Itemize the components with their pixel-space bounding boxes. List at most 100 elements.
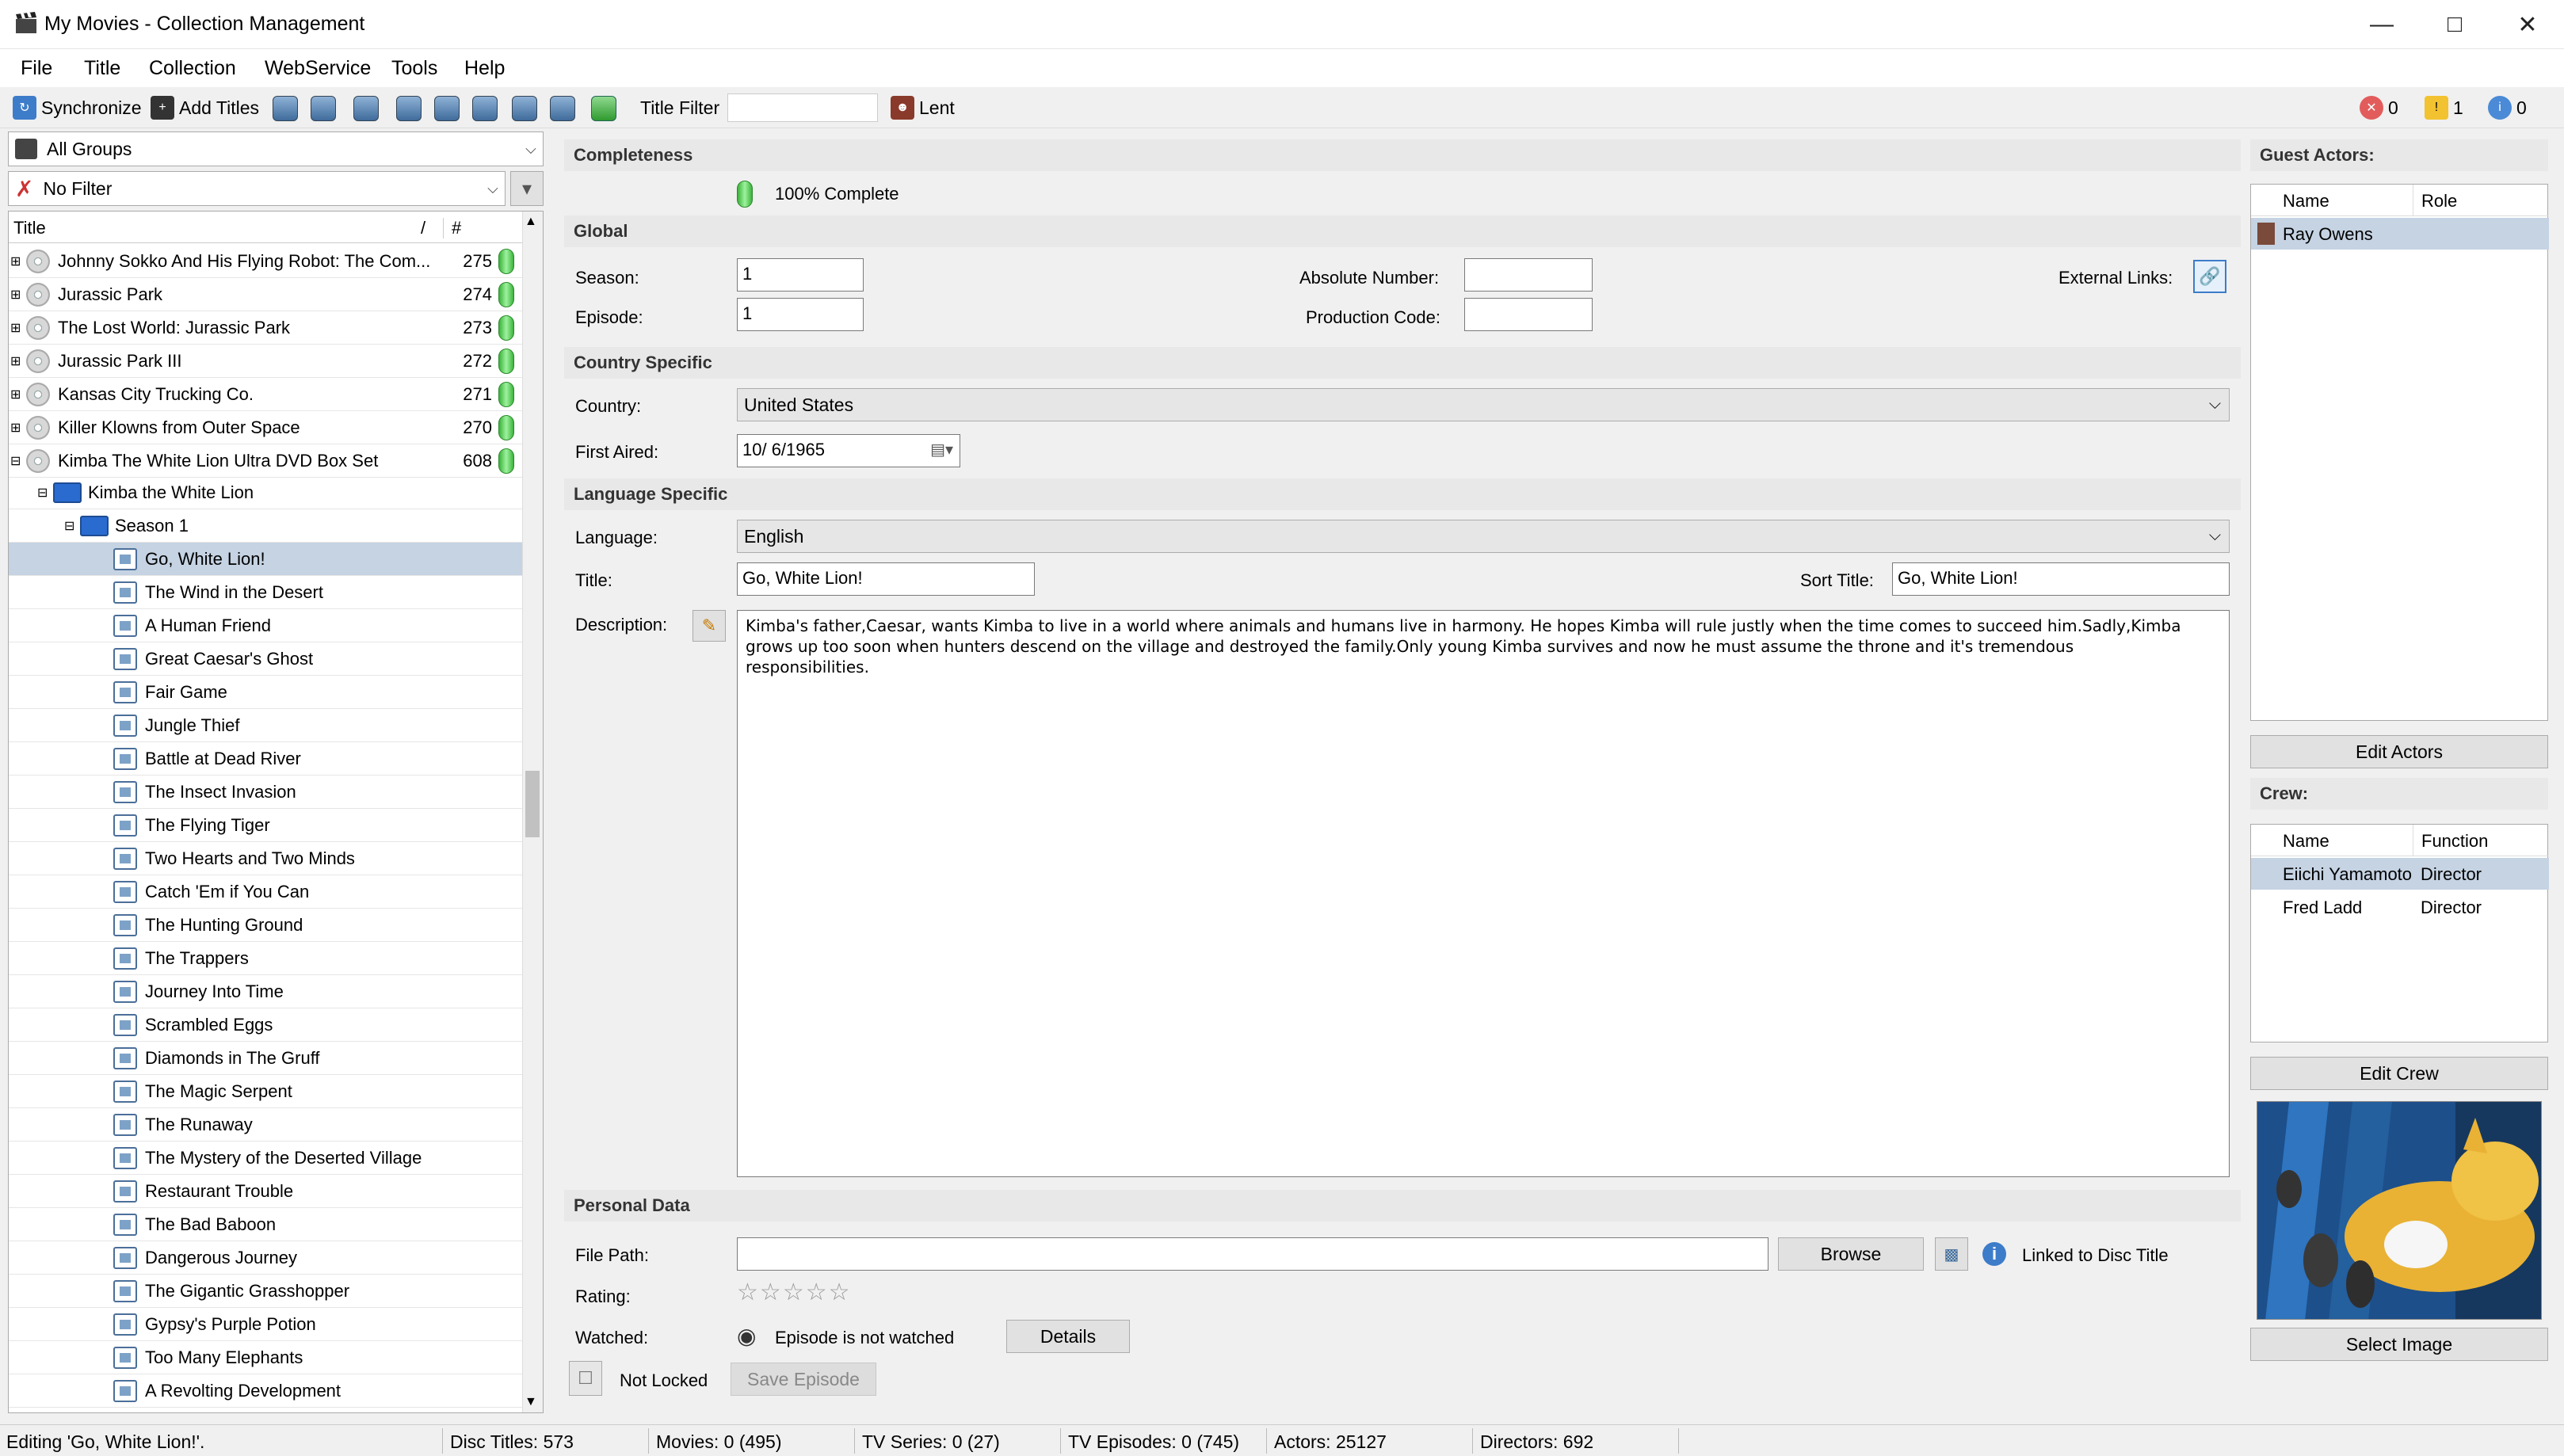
export-icon[interactable] [273,96,298,121]
select-image-button[interactable]: Select Image [2250,1328,2548,1361]
tree-col-title[interactable]: Title [13,218,46,238]
rating-stars[interactable]: ☆☆☆☆☆ [737,1279,852,1306]
expand-icon[interactable]: ⊞ [10,353,26,369]
production-code-input[interactable] [1464,298,1593,331]
menu-collection[interactable]: Collection [149,57,236,80]
star-icon[interactable]: ☆ [737,1279,758,1306]
group-select[interactable]: All Groups ⌵ [8,131,544,166]
tree-row-episode[interactable]: The Bad Baboon [9,1208,524,1241]
tree-row-episode[interactable]: Battle at Dead River [9,742,524,776]
warnings-indicator[interactable]: ! 1 [2425,93,2463,122]
disc-edit-icon[interactable] [472,96,498,121]
episode-input[interactable]: 1 [737,298,864,331]
tree-row-episode[interactable]: The Flying Tiger [9,809,524,842]
tree-row-episode[interactable]: The Magic Serpent [9,1075,524,1108]
disc-icon[interactable] [396,96,422,121]
browse-button[interactable]: Browse [1778,1237,1924,1271]
tree-row-episode[interactable]: Scrambled Eggs [9,1008,524,1042]
save-episode-button[interactable]: Save Episode [731,1363,876,1396]
calendar-icon[interactable]: ▤▾ [930,440,953,459]
synchronize-button[interactable]: ↻ Synchronize [13,93,142,122]
description-textarea[interactable]: Kimba's father,Caesar, wants Kimba to li… [737,610,2230,1177]
tree-row-episode[interactable]: The Runaway [9,1108,524,1142]
scroll-thumb[interactable] [525,771,540,837]
tree-row-title[interactable]: ⊞ The Lost World: Jurassic Park 273 [9,311,524,345]
guest-actors-grid[interactable]: Name Role Ray Owens [2250,184,2549,721]
tree-row-episode[interactable]: The Trappers [9,942,524,975]
tree-row-episode[interactable]: Catch 'Em if You Can [9,875,524,909]
edit-description-icon[interactable]: ✎ [693,610,726,642]
close-button[interactable]: ✕ [2491,0,2564,49]
crew-grid[interactable]: Name Function Eiichi Yamamoto Director F… [2250,824,2549,1042]
expand-icon[interactable]: ⊞ [10,387,26,402]
title-tree[interactable]: Title / # ⊞ Johnny Sokko And His Flying R… [8,211,544,1413]
globe-icon[interactable] [550,96,575,121]
errors-indicator[interactable]: ✕ 0 [2360,93,2398,122]
disc-link-icon[interactable]: ▩ [1935,1237,1968,1271]
tree-row-title[interactable]: ⊞ Jurassic Park 274 [9,278,524,311]
col-name[interactable]: Name [2283,191,2329,212]
tree-row-title[interactable]: ⊞ Kansas City Trucking Co. 271 [9,378,524,411]
title-input[interactable]: Go, White Lion! [737,562,1035,596]
crew-row[interactable]: Fred Ladd Director [2251,891,2549,923]
expand-icon[interactable]: ⊞ [10,320,26,336]
tree-row-episode[interactable]: Dangerous Journey [9,1241,524,1275]
star-icon[interactable]: ☆ [829,1279,850,1306]
scroll-down-icon[interactable]: ▼ [525,1395,537,1409]
print-icon[interactable] [512,96,537,121]
recycle-icon[interactable] [311,96,336,121]
info-indicator[interactable]: i 0 [2488,93,2527,122]
tree-row-title[interactable]: ⊞ Jurassic Park III 272 [9,345,524,378]
details-button[interactable]: Details [1006,1320,1130,1353]
expand-icon[interactable]: ⊞ [10,420,26,436]
menu-title[interactable]: Title [84,57,120,80]
lent-button[interactable]: ☻ Lent [891,93,955,122]
tree-row-episode[interactable]: Two Hearts and Two Minds [9,842,524,875]
language-select[interactable]: English ⌵ [737,520,2230,553]
menu-help[interactable]: Help [464,57,505,80]
unlock-icon[interactable]: ☐ [569,1361,602,1396]
tree-row-series[interactable]: ⊟ Kimba the White Lion [9,476,524,509]
save-icon[interactable] [353,96,379,121]
tree-row-episode[interactable]: Great Caesar's Ghost [9,642,524,676]
tree-row-title[interactable]: ⊞ Killer Klowns from Outer Space 270 [9,411,524,444]
col-role[interactable]: Role [2413,185,2465,216]
tree-row-episode[interactable]: Jungle Thief [9,709,524,742]
tree-row-episode[interactable]: Diamonds in The Gruff [9,1042,524,1075]
tree-row-title[interactable]: ⊟ Kimba The White Lion Ultra DVD Box Set 6… [9,444,524,478]
season-input[interactable]: 1 [737,258,864,292]
tree-row-episode[interactable]: The Wind in the Desert [9,576,524,609]
menu-webservice[interactable]: WebService [265,57,371,80]
tree-row-episode[interactable]: The Mystery of the Deserted Village [9,1142,524,1175]
tree-row-title[interactable]: ⊞ Johnny Sokko And His Flying Robot: The … [9,245,524,278]
country-select[interactable]: United States ⌵ [737,388,2230,421]
col-name[interactable]: Name [2283,831,2329,852]
star-icon[interactable]: ☆ [760,1279,781,1306]
first-aired-date[interactable]: 10/ 6/1965 ▤▾ [737,434,960,467]
minimize-button[interactable]: — [2345,0,2418,49]
sort-title-input[interactable]: Go, White Lion! [1892,562,2230,596]
crew-row[interactable]: Eiichi Yamamoto Director [2251,858,2549,890]
edit-actors-button[interactable]: Edit Actors [2250,735,2548,768]
tree-row-episode[interactable]: Go, White Lion! [9,543,524,576]
filter-funnel-button[interactable]: ▾ [510,171,544,206]
tree-row-season[interactable]: ⊟ Season 1 [9,509,524,543]
add-titles-button[interactable]: + Add Titles [151,93,259,122]
file-path-input[interactable] [737,1237,1768,1271]
tree-col-count[interactable]: # [443,218,461,238]
maximize-button[interactable]: □ [2418,0,2491,49]
menu-file[interactable]: File [21,57,52,80]
menu-tools[interactable]: Tools [391,57,437,80]
expand-icon[interactable]: ⊞ [10,253,26,269]
tree-row-episode[interactable]: The Gigantic Grasshopper [9,1275,524,1308]
tree-row-episode[interactable]: Too Many Elephants [9,1341,524,1374]
col-function[interactable]: Function [2413,825,2496,856]
tree-row-episode[interactable]: Restaurant Trouble [9,1175,524,1208]
collapse-icon[interactable]: ⊟ [10,453,26,469]
scroll-up-icon[interactable]: ▲ [525,215,537,229]
tree-row-episode[interactable]: Journey Into Time [9,975,524,1008]
tree-row-episode[interactable]: A Revolting Development [9,1374,524,1408]
disc-search-icon[interactable] [434,96,460,121]
filter-select[interactable]: ✗ No Filter ⌵ [8,171,506,206]
absolute-number-input[interactable] [1464,258,1593,292]
